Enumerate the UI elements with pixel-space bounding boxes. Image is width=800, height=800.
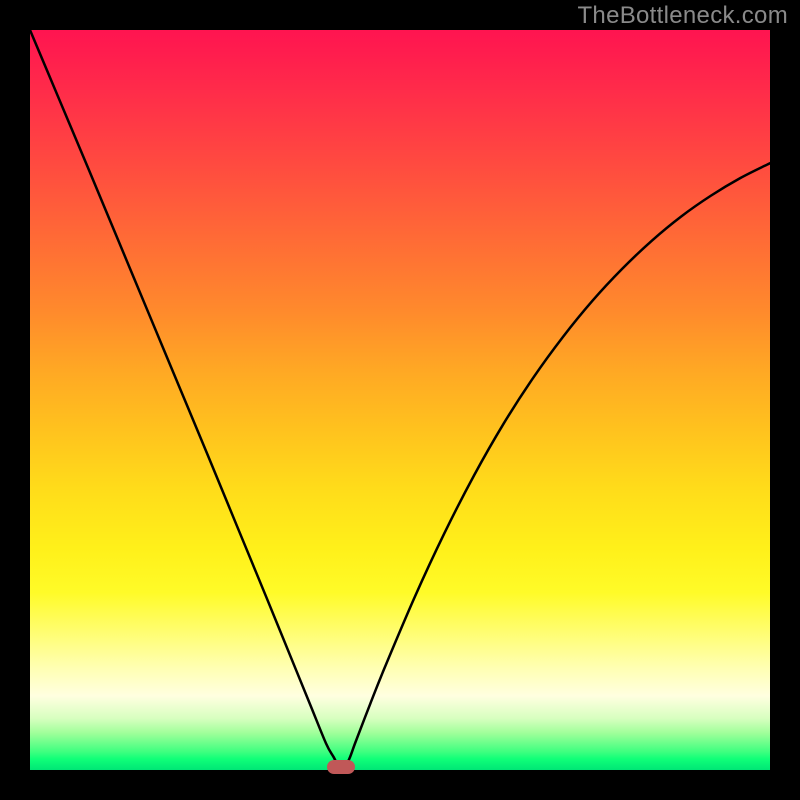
minimum-marker xyxy=(327,760,355,774)
watermark-text: TheBottleneck.com xyxy=(577,2,788,30)
chart-frame: TheBottleneck.com xyxy=(0,0,800,800)
bottleneck-curve xyxy=(30,30,770,769)
chart-curve-layer xyxy=(30,30,770,770)
